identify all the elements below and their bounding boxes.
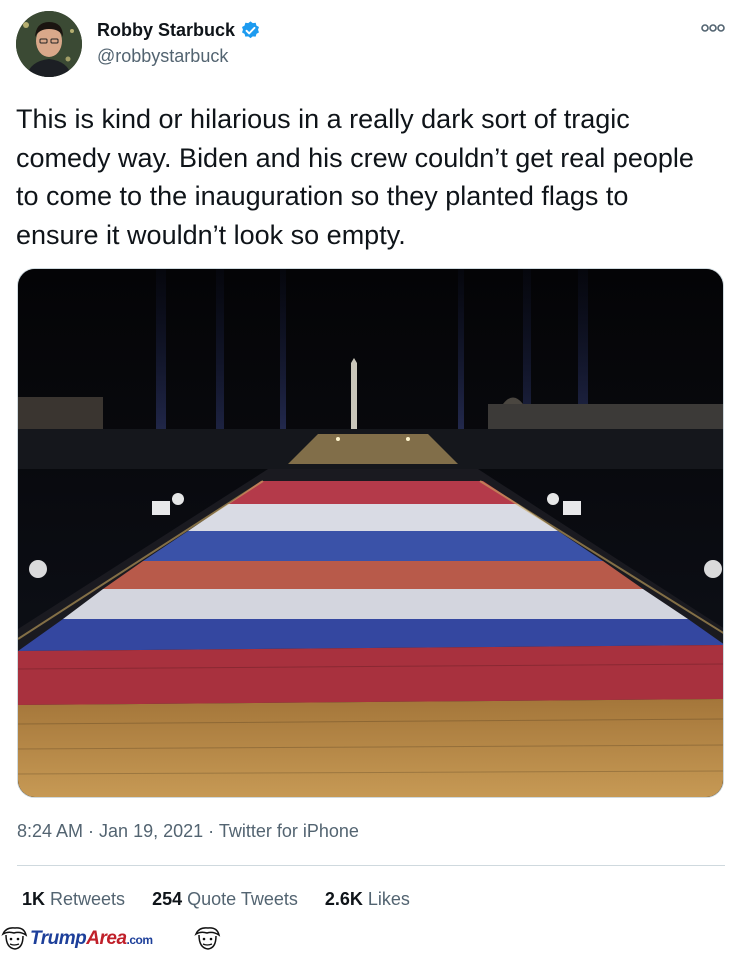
retweets-count: 1K [22, 889, 46, 909]
likes-count: 2.6K [324, 889, 363, 909]
watermark-part2: Area [86, 928, 127, 949]
national-mall-flags-image [18, 269, 723, 797]
avatar[interactable] [16, 11, 82, 77]
tweet-date[interactable]: Jan 19, 2021 [99, 821, 203, 841]
more-icon[interactable] [700, 18, 726, 38]
tweet-text: This is kind or hilarious in a really da… [16, 104, 694, 250]
tweet-stats: 1K Retweets 254 Quote Tweets 2.6K Likes [22, 889, 410, 910]
retweets-label: Retweets [45, 889, 126, 909]
site-watermark: TrumpArea.com [0, 925, 230, 953]
tweet-card: Robby Starbuck @robbystarbuck This is ki… [0, 0, 740, 953]
likes-label: Likes [362, 889, 410, 909]
tweet-time[interactable]: 8:24 AM [17, 821, 83, 841]
author-name-row[interactable]: Robby Starbuck [97, 20, 261, 41]
watermark-text: TrumpArea.com [30, 928, 153, 950]
quote-tweets-count: 254 [152, 889, 183, 909]
tweet-photo[interactable] [17, 268, 724, 798]
quote-tweets-stat[interactable]: 254 Quote Tweets [152, 889, 298, 910]
author-handle[interactable]: @robbystarbuck [97, 46, 228, 67]
verified-badge-icon [240, 20, 261, 41]
tweet-source[interactable]: Twitter for iPhone [219, 821, 359, 841]
likes-stat[interactable]: 2.6K Likes [325, 889, 410, 910]
caricature-icon [194, 927, 221, 950]
watermark-part1: Trump [30, 928, 87, 949]
tweet-meta: 8:24 AM · Jan 19, 2021 · Twitter for iPh… [17, 821, 359, 842]
meta-separator: · [203, 821, 219, 841]
watermark-part3: .com [126, 933, 154, 947]
divider [17, 865, 725, 866]
quote-tweets-label: Quote Tweets [182, 889, 298, 909]
caricature-icon [1, 927, 28, 950]
meta-separator: · [83, 821, 100, 841]
retweets-stat[interactable]: 1K Retweets [22, 889, 125, 910]
author-name[interactable]: Robby Starbuck [97, 20, 235, 41]
